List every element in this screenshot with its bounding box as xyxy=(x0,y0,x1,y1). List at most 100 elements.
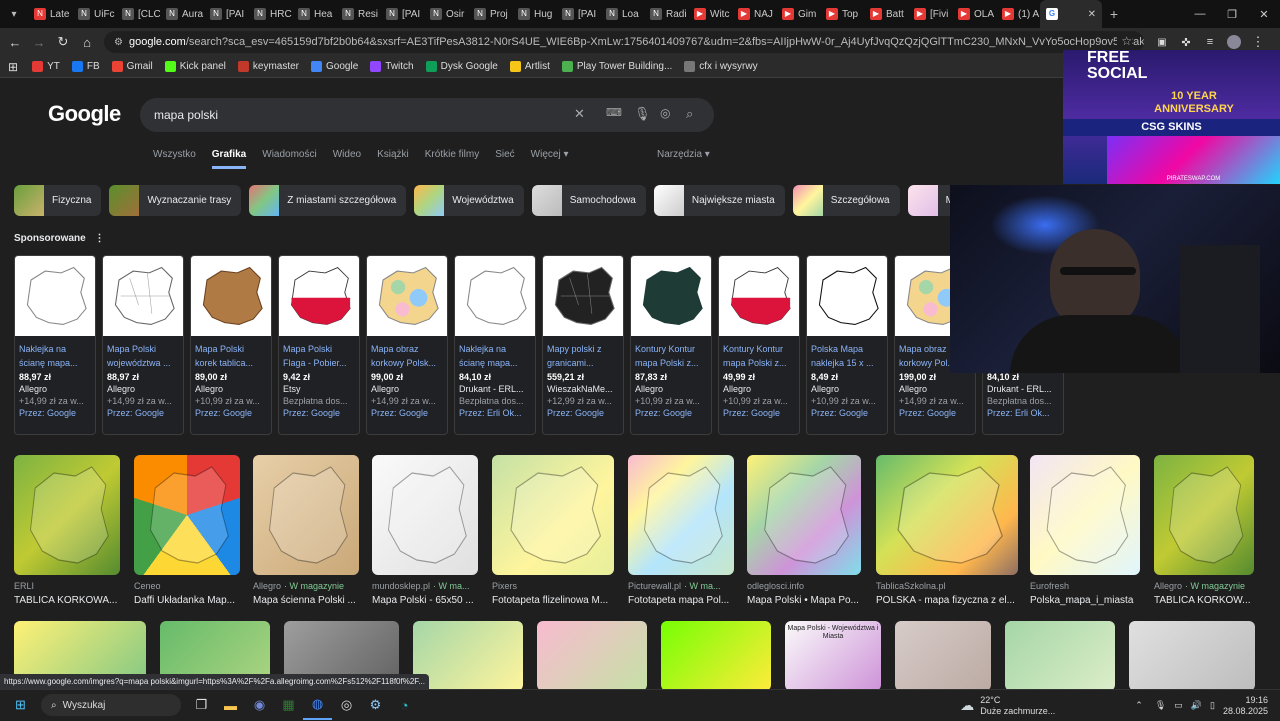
product-title[interactable]: Naklejka na ścianę mapa... xyxy=(19,342,91,370)
mic-icon[interactable]: 🎙 xyxy=(634,106,651,122)
tab-1[interactable]: Grafika xyxy=(211,149,247,169)
task-view-icon[interactable]: ❐ xyxy=(187,691,216,720)
settings-gear-icon[interactable]: ⚙ xyxy=(361,691,390,720)
sponsored-product-card[interactable]: Mapa Polski Flaga - Pobier... 9,42 zł Etsy… xyxy=(278,255,360,435)
result-image[interactable] xyxy=(14,455,120,575)
sponsored-product-card[interactable]: Mapa Polski korek tablica... 89,00 zł Alle… xyxy=(190,255,272,435)
tab-12[interactable]: N [PAI xyxy=(556,0,600,28)
tools-button[interactable]: Narzędzia ▾ xyxy=(657,149,710,160)
product-image[interactable] xyxy=(103,256,183,336)
image-result-thumbnail[interactable] xyxy=(413,621,523,689)
image-result-thumbnail[interactable] xyxy=(895,621,991,689)
maximize-icon[interactable]: ❐ xyxy=(1216,0,1248,28)
bookmark-9[interactable]: Play Tower Building... xyxy=(561,61,672,72)
tab-1[interactable]: N UiFc xyxy=(72,0,116,28)
bookmark-1[interactable]: FB xyxy=(71,61,100,72)
result-caption[interactable]: Fototapeta flizelinowa M... xyxy=(492,595,614,606)
result-image[interactable] xyxy=(134,455,240,575)
product-image[interactable] xyxy=(455,256,535,336)
product-via[interactable]: Przez: Erli Ok... xyxy=(987,408,1059,418)
sponsored-product-card[interactable]: Mapa Polski województwa ... 88,97 zł Alleg… xyxy=(102,255,184,435)
chip-0[interactable]: Fizyczna xyxy=(14,185,102,216)
volume-icon[interactable]: 🔊 xyxy=(1191,700,1202,711)
image-result[interactable]: odleglosci.info Mapa Polski • Mapa Po... xyxy=(747,455,861,606)
product-image[interactable] xyxy=(631,256,711,336)
lens-icon[interactable]: ◎ xyxy=(660,106,670,120)
result-image[interactable] xyxy=(876,455,1018,575)
product-title[interactable]: Mapa Polski Flaga - Pobier... xyxy=(283,342,355,370)
weather-widget[interactable]: 22°C Duże zachmurze... xyxy=(980,695,1055,717)
tab-15[interactable]: ▶ Witc xyxy=(688,0,732,28)
product-via[interactable]: Przez: Erli Ok... xyxy=(459,408,531,418)
chip-3[interactable]: Województwa xyxy=(414,185,524,216)
file-explorer-icon[interactable]: ▬ xyxy=(216,691,245,720)
result-caption[interactable]: TABLICA KORKOWA... xyxy=(14,595,120,606)
tab-7[interactable]: N Resi xyxy=(336,0,380,28)
result-image[interactable] xyxy=(253,455,359,575)
tab-18[interactable]: ▶ Top xyxy=(820,0,864,28)
product-via[interactable]: Przez: Google xyxy=(283,408,355,418)
product-image[interactable] xyxy=(543,256,623,336)
tab-11[interactable]: N Hug xyxy=(512,0,556,28)
tab-4[interactable]: N [PAI xyxy=(204,0,248,28)
product-title[interactable]: Mapy polski z granicami... xyxy=(547,342,619,370)
tab-2[interactable]: N [CLC xyxy=(116,0,160,28)
product-title[interactable]: Mapa Polski województwa ... xyxy=(107,342,179,370)
product-via[interactable]: Przez: Google xyxy=(19,408,91,418)
tab-19[interactable]: ▶ Batt xyxy=(864,0,908,28)
site-info-icon[interactable]: ⚙ xyxy=(114,37,123,48)
reload-icon[interactable]: ↻ xyxy=(51,30,75,54)
product-image[interactable] xyxy=(807,256,887,336)
close-window-icon[interactable]: ✕ xyxy=(1248,0,1280,28)
sponsored-product-card[interactable]: Kontury Kontur mapa Polski z... 49,99 zł A… xyxy=(718,255,800,435)
image-result[interactable]: Allegro · W magazynie TABLICA KORKOW... xyxy=(1154,455,1254,606)
result-caption[interactable]: Daffi Układanka Map... xyxy=(134,595,240,606)
image-result[interactable]: TablicaSzkolna.pl POLSKA - mapa fizyczna … xyxy=(876,455,1018,606)
excel-icon[interactable]: ▦ xyxy=(274,691,303,720)
result-caption[interactable]: Fototapeta mapa Pol... xyxy=(628,595,734,606)
bookmark-6[interactable]: Twitch xyxy=(370,61,414,72)
product-via[interactable]: Przez: Google xyxy=(107,408,179,418)
tray-chevron-icon[interactable]: ⌃ xyxy=(1135,700,1143,711)
tab-active[interactable]: G ✕ xyxy=(1040,0,1102,28)
product-title[interactable]: Naklejka na ścianę mapa... xyxy=(459,342,531,370)
tab-13[interactable]: N Loa xyxy=(600,0,644,28)
chip-2[interactable]: Z miastami szczegółowa xyxy=(249,185,407,216)
product-image[interactable] xyxy=(279,256,359,336)
image-result-thumbnail[interactable] xyxy=(1129,621,1255,689)
google-logo[interactable]: Google xyxy=(48,101,121,127)
address-bar[interactable]: ⚙ google.com/search?sca_esv=465159d7bf2b… xyxy=(104,31,1144,53)
tab-0[interactable]: Wszystko xyxy=(153,149,196,169)
bookmark-5[interactable]: Google xyxy=(311,61,358,72)
bookmark-7[interactable]: Dysk Google xyxy=(425,61,498,72)
forward-icon[interactable]: → xyxy=(27,30,51,54)
product-image[interactable] xyxy=(719,256,799,336)
product-via[interactable]: Przez: Google xyxy=(635,408,707,418)
product-title[interactable]: Polska Mapa naklejka 15 x ... xyxy=(811,342,883,370)
product-via[interactable]: Przez: Google xyxy=(811,408,883,418)
tab-5[interactable]: N HRC xyxy=(248,0,292,28)
bookmark-8[interactable]: Artlist xyxy=(509,61,550,72)
tab-17[interactable]: ▶ Gim xyxy=(776,0,820,28)
chip-6[interactable]: Szczegółowa xyxy=(792,185,900,216)
bookmark-0[interactable]: YT xyxy=(32,61,60,72)
result-caption[interactable]: Polska_mapa_i_miasta xyxy=(1030,595,1140,606)
chip-4[interactable]: Samochodowa xyxy=(531,185,646,216)
result-caption[interactable]: Mapa Polski - 65x50 ... xyxy=(372,595,478,606)
product-via[interactable]: Przez: Google xyxy=(547,408,619,418)
discord-icon[interactable]: ◉ xyxy=(245,691,274,720)
microphone-icon[interactable]: 🎙 xyxy=(1155,700,1166,711)
taskbar-search[interactable]: ⌕ Wyszukaj xyxy=(41,694,181,716)
image-result[interactable]: Picturewall.pl · W ma... Fototapeta mapa P… xyxy=(628,455,734,606)
chip-1[interactable]: Wyznaczanie trasy xyxy=(109,185,242,216)
image-result[interactable]: Pixers Fototapeta flizelinowa M... xyxy=(492,455,614,606)
image-result[interactable]: Allegro · W magazynie Mapa ścienna Polski … xyxy=(253,455,359,606)
more-options-icon[interactable]: ⋮ xyxy=(94,233,104,244)
tab-3[interactable]: N Aura xyxy=(160,0,204,28)
sponsored-product-card[interactable]: Polska Mapa naklejka 15 x ... 8,49 zł Alle… xyxy=(806,255,888,435)
chip-5[interactable]: Największe miasta xyxy=(653,185,785,216)
tab-0[interactable]: N Late xyxy=(28,0,72,28)
clear-icon[interactable]: ✕ xyxy=(574,106,585,122)
bookmark-3[interactable]: Kick panel xyxy=(164,61,226,72)
image-result[interactable]: Ceneo Daffi Układanka Map... xyxy=(134,455,240,606)
